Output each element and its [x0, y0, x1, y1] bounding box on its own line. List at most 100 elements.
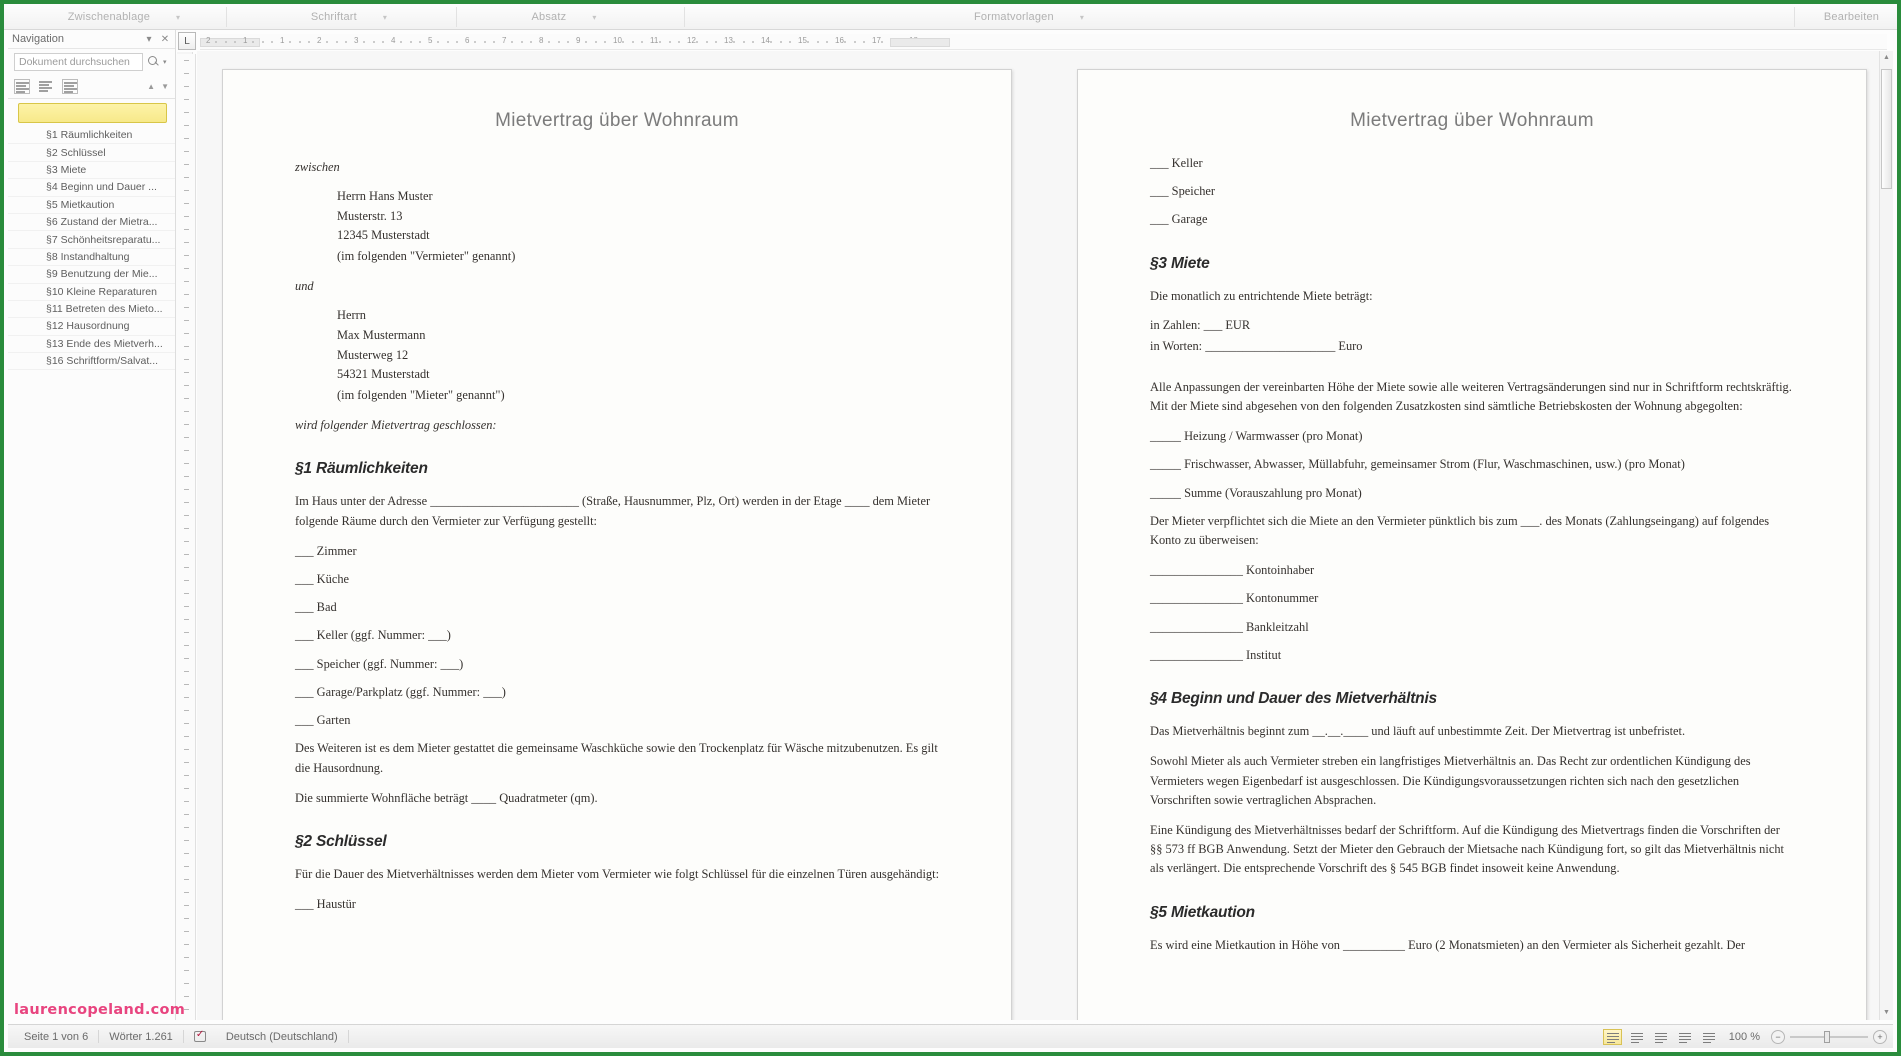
document-paragraph: Alle Anpassungen der vereinbarten Höhe d…: [1150, 379, 1792, 413]
section-heading: §4 Beginn und Dauer des Mietverhältnis: [1150, 690, 1437, 708]
dialog-launcher-icon[interactable]: ▾: [383, 13, 387, 22]
ruler-minor-tick: [363, 41, 366, 43]
ruler-minor-tick: [474, 41, 477, 43]
divider: [347, 1030, 349, 1043]
ruler-minor-tick: [844, 41, 847, 43]
draft-view-icon[interactable]: [1699, 1029, 1718, 1045]
results-tab-icon[interactable]: [62, 79, 78, 94]
scroll-thumb[interactable]: [1881, 69, 1892, 189]
vertical-ruler[interactable]: [176, 54, 196, 1020]
sidebar-item-9[interactable]: §9 Benutzung der Mie...: [8, 266, 175, 284]
chevron-down-icon[interactable]: ▾: [143, 34, 155, 45]
page-title: Mietvertrag über Wohnraum: [495, 110, 739, 131]
ruler-minor-tick: [483, 41, 486, 43]
ruler-minor-tick: [184, 99, 189, 100]
sidebar-item-11[interactable]: §11 Betreten des Mieto...: [8, 301, 175, 319]
sidebar-item-document-root[interactable]: [18, 103, 167, 123]
sidebar-item-label: §7 Schönheitsreparatu...: [46, 233, 161, 246]
document-paragraph: in Zahlen: ___ EUR: [1150, 317, 1251, 332]
ruler-right-margin[interactable]: [890, 38, 950, 47]
horizontal-ruler[interactable]: 21123456789101112131415161718: [200, 34, 1887, 50]
outline-view-icon[interactable]: [1675, 1029, 1694, 1045]
ruler-tick-label: 5: [428, 36, 433, 45]
ruler-minor-tick: [184, 229, 189, 230]
sidebar-item-14[interactable]: §16 Schriftform/Salvat...: [8, 353, 175, 371]
ribbon-group-clipboard[interactable]: Zwischenablage ▾: [24, 4, 224, 30]
scroll-up-arrow-icon[interactable]: ▲: [1880, 51, 1893, 65]
sidebar-item-12[interactable]: §12 Hausordnung: [8, 318, 175, 336]
ruler-minor-tick: [184, 996, 189, 997]
dialog-launcher-icon[interactable]: ▾: [592, 13, 596, 22]
document-paragraph: _____ Frischwasser, Abwasser, Müllabfuhr…: [1150, 457, 1685, 472]
ruler-minor-tick: [184, 151, 189, 152]
zoom-slider-thumb[interactable]: [1824, 1030, 1830, 1043]
proofing-status-icon[interactable]: [192, 1029, 208, 1044]
search-input[interactable]: Dokument durchsuchen: [14, 53, 143, 71]
document-scrollbar[interactable]: ▲ ▼: [1879, 51, 1893, 1020]
document-page-1[interactable]: Mietvertrag über Wohnraum zwischen Herrn …: [222, 69, 1012, 1020]
headings-tab-icon[interactable]: [14, 79, 30, 94]
sidebar-item-10[interactable]: §10 Kleine Reparaturen: [8, 284, 175, 301]
chevron-up-icon[interactable]: ▲: [147, 82, 155, 91]
ruler-minor-tick: [825, 41, 828, 43]
search-icon[interactable]: [146, 54, 160, 70]
sidebar-item-7[interactable]: §7 Schönheitsreparatu...: [8, 231, 175, 249]
ribbon-group-paragraph[interactable]: Absatz ▾: [474, 4, 654, 30]
tab-stop-selector-button[interactable]: L: [178, 32, 196, 50]
chevron-down-icon[interactable]: ▼: [161, 82, 169, 91]
sidebar-item-4[interactable]: §4 Beginn und Dauer ...: [8, 179, 175, 197]
ruler-minor-tick: [566, 41, 569, 43]
zoom-level-label[interactable]: 100 %: [1723, 1031, 1766, 1043]
ruler-minor-tick: [446, 41, 449, 43]
document-body-page-1[interactable]: zwischen Herrn Hans Muster Musterstr. 13 12…: [295, 158, 939, 914]
sidebar-item-1[interactable]: §1 Räumlichkeiten: [8, 127, 175, 145]
ribbon-group-editing[interactable]: Bearbeiten: [1804, 4, 1897, 30]
ruler-tick-label: 15: [798, 36, 807, 45]
close-icon[interactable]: ✕: [159, 34, 171, 45]
web-layout-view-icon[interactable]: [1651, 1029, 1670, 1045]
ruler-minor-tick: [184, 931, 189, 932]
dialog-launcher-icon[interactable]: ▾: [1080, 13, 1084, 22]
ribbon-bar: Zwischenablage ▾ Schriftart ▾ Absatz ▾ F…: [4, 4, 1897, 30]
document-paragraph: Es wird eine Mietkaution in Höhe von ___…: [1150, 937, 1746, 952]
ruler-minor-tick: [381, 41, 384, 43]
navigation-heading-list[interactable]: §1 Räumlichkeiten §2 Schlüssel §3 Miete §4 …: [8, 99, 175, 1020]
language-indicator[interactable]: Deutsch (Deutschland): [216, 1031, 348, 1043]
print-layout-view-icon[interactable]: [1602, 1028, 1622, 1045]
document-canvas[interactable]: Mietvertrag über Wohnraum zwischen Herrn …: [197, 51, 1893, 1020]
page-indicator[interactable]: Seite 1 von 6: [14, 1031, 98, 1043]
ruler-tick-label: 2: [206, 36, 211, 45]
sidebar-item-label: §1 Räumlichkeiten: [46, 129, 133, 142]
document-paragraph: _______________ Bankleitzahl: [1150, 619, 1309, 634]
ruler-minor-tick: [418, 41, 421, 43]
ruler-minor-tick: [622, 41, 625, 43]
document-body-page-2[interactable]: ___ Keller ___ Speicher ___ Garage §3 Miete…: [1150, 154, 1794, 955]
sidebar-item-6[interactable]: §6 Zustand der Mietra...: [8, 214, 175, 232]
scroll-down-arrow-icon[interactable]: ▼: [1880, 1006, 1893, 1020]
document-paragraph: ___ Garage/Parkplatz (ggf. Nummer: ___): [295, 684, 506, 699]
ruler-minor-tick: [696, 41, 699, 43]
sidebar-item-3[interactable]: §3 Miete: [8, 162, 175, 180]
zoom-out-icon[interactable]: −: [1771, 1029, 1785, 1044]
ribbon-group-styles[interactable]: Formatvorlagen ▾: [864, 4, 1194, 30]
sidebar-item-5[interactable]: §5 Mietkaution: [8, 197, 175, 214]
zoom-in-icon[interactable]: +: [1873, 1029, 1887, 1044]
zoom-slider[interactable]: [1790, 1030, 1868, 1044]
sidebar-item-13[interactable]: §13 Ende des Mietverh...: [8, 336, 175, 354]
pages-tab-icon[interactable]: [38, 79, 54, 94]
sidebar-item-2[interactable]: §2 Schlüssel: [8, 144, 175, 162]
sidebar-item-label: §16 Schriftform/Salvat...: [46, 355, 159, 368]
word-count[interactable]: Wörter 1.261: [99, 1031, 183, 1043]
ruler-tick-label: 10: [613, 36, 622, 45]
chevron-down-icon[interactable]: ▾: [163, 58, 171, 66]
document-paragraph: _____ Heizung / Warmwasser (pro Monat): [1150, 429, 1363, 444]
document-paragraph: und: [295, 279, 314, 294]
sidebar-item-8[interactable]: §8 Instandhaltung: [8, 249, 175, 267]
ruler-minor-tick: [184, 359, 189, 360]
ribbon-group-font[interactable]: Schriftart ▾: [254, 4, 444, 30]
dialog-launcher-icon[interactable]: ▾: [176, 13, 180, 22]
document-page-2[interactable]: Mietvertrag über Wohnraum ___ Keller ___ …: [1077, 69, 1867, 1020]
fullscreen-reading-view-icon[interactable]: [1627, 1029, 1646, 1045]
document-paragraph: in Worten: _____________________ Euro: [1150, 338, 1363, 353]
document-paragraph: Sowohl Mieter als auch Vermieter streben…: [1150, 754, 1751, 807]
